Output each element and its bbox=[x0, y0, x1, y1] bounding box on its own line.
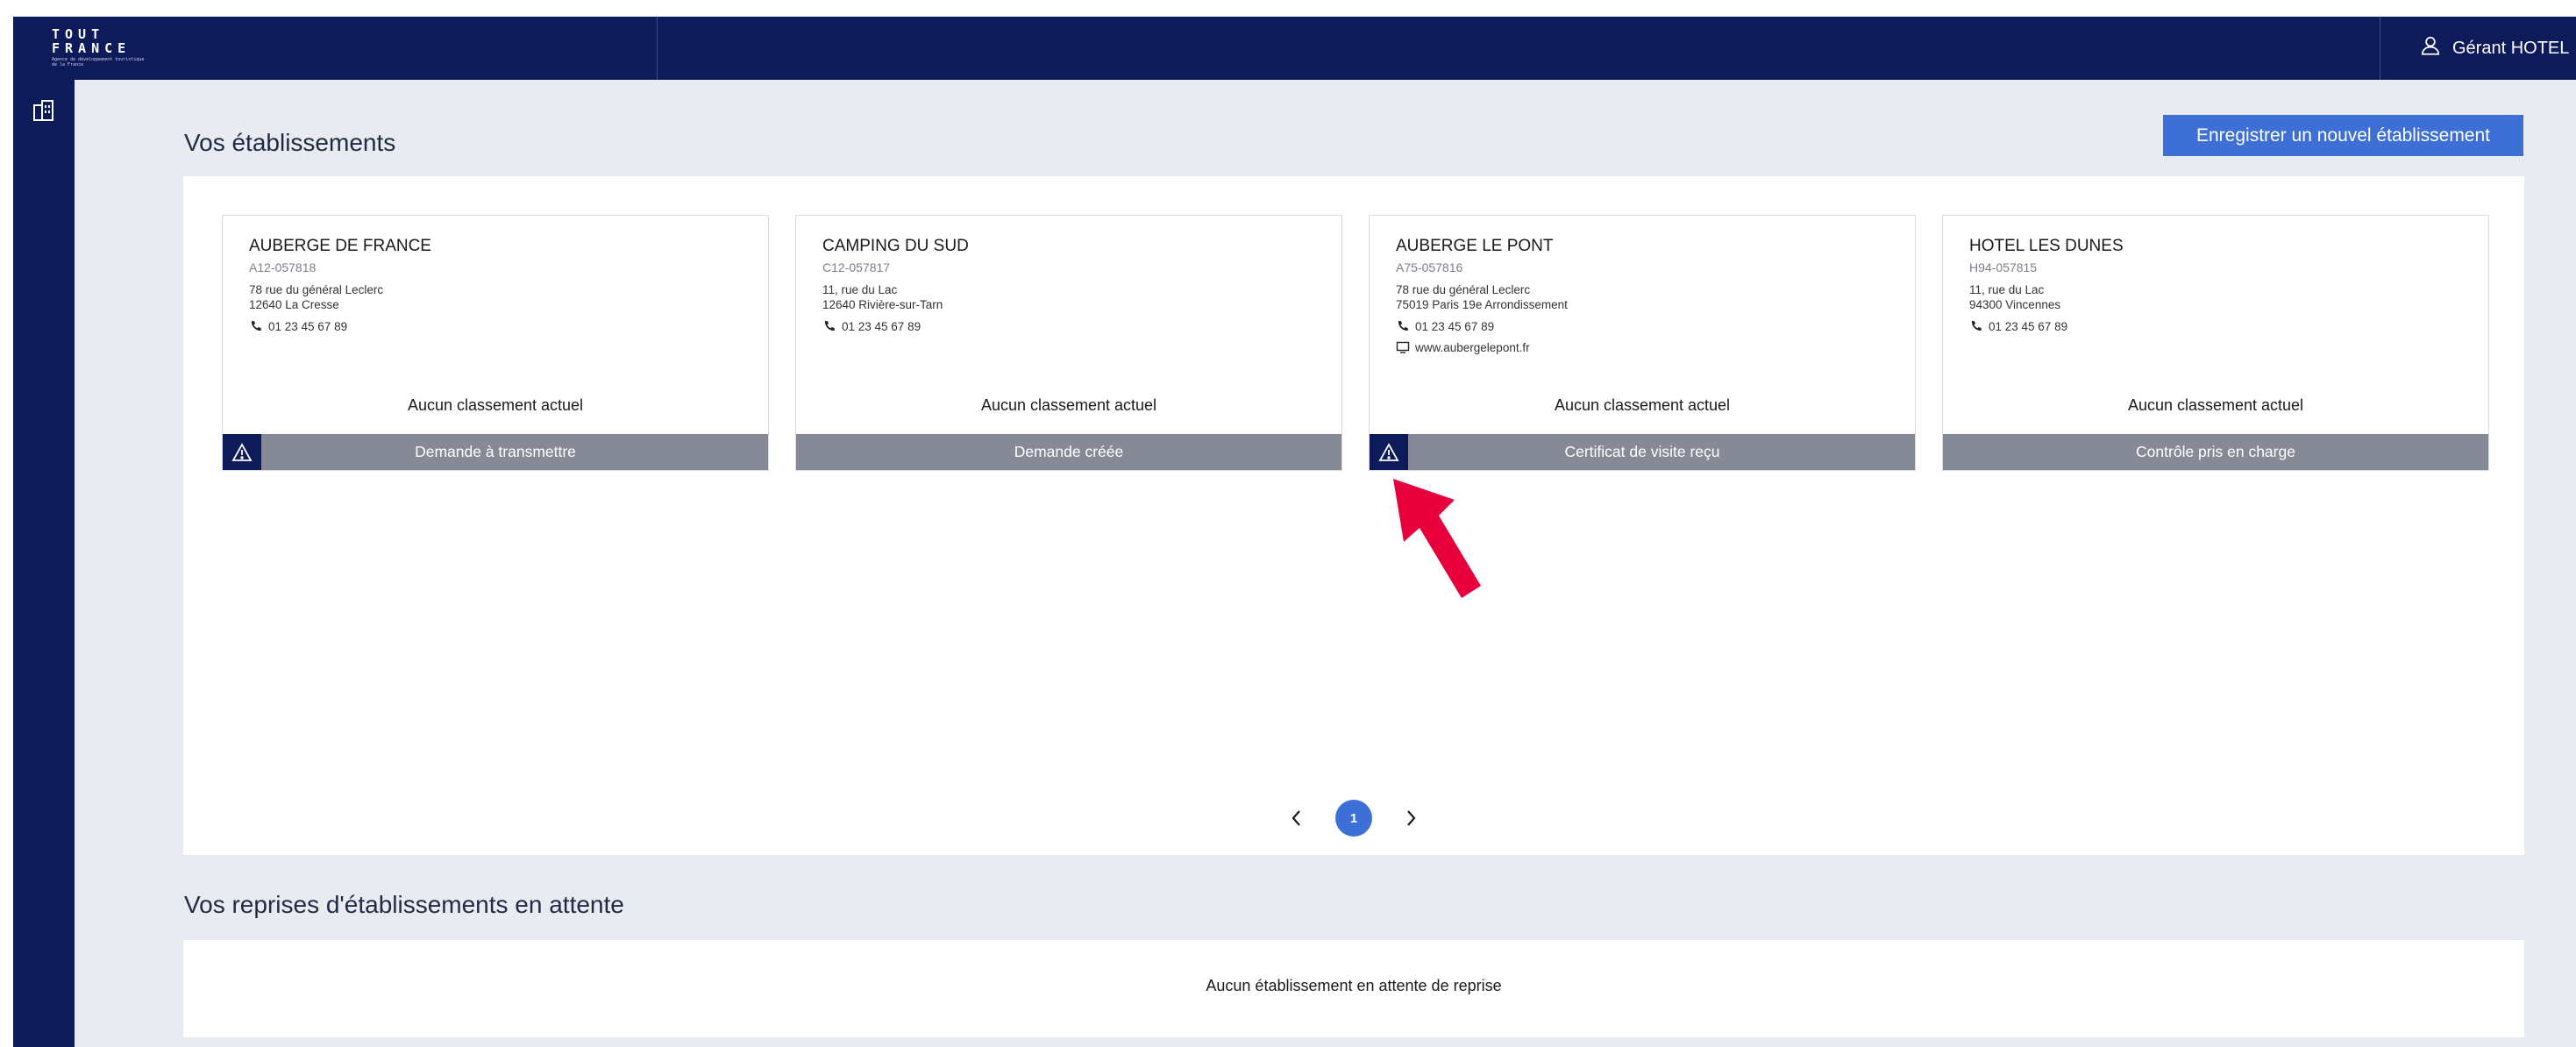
building-icon[interactable] bbox=[31, 97, 57, 124]
establishment-card[interactable]: AUBERGE LE PONT A75-057816 78 rue du gén… bbox=[1369, 215, 1916, 471]
establishment-address: 11, rue du Lac 94300 Vincennes bbox=[1969, 283, 2061, 311]
pagination: 1 bbox=[1284, 799, 1424, 837]
establishment-code: H94-057815 bbox=[1969, 260, 2038, 274]
establishment-code: A75-057816 bbox=[1396, 260, 1463, 274]
establishment-address: 78 rue du général Leclerc 75019 Paris 19… bbox=[1396, 283, 1568, 311]
status-bar[interactable]: Certificat de visite reçu bbox=[1370, 434, 1915, 470]
establishment-card[interactable]: CAMPING DU SUD C12-057817 11, rue du Lac… bbox=[795, 215, 1342, 471]
atout-france-logo[interactable]: TOUT FRANCE Agence de développement tour… bbox=[52, 27, 148, 68]
pending-title: Vos reprises d'établissements en attente bbox=[184, 891, 624, 918]
establishment-card[interactable]: AUBERGE DE FRANCE A12-057818 78 rue du g… bbox=[222, 215, 769, 471]
main-content: Vos établissements Enregistrer un nouvel… bbox=[75, 80, 2576, 1047]
pending-empty-text: Aucun établissement en attente de repris… bbox=[1206, 977, 1502, 994]
top-bar-spacer bbox=[658, 17, 2380, 80]
warning-icon[interactable] bbox=[1370, 434, 1408, 470]
establishment-website[interactable]: www.aubergelepont.fr bbox=[1396, 340, 1530, 354]
ranking-label: Aucun classement actuel bbox=[407, 396, 584, 414]
monitor-icon bbox=[1396, 341, 1410, 353]
phone-icon bbox=[1398, 321, 1408, 331]
phone-icon bbox=[251, 321, 261, 331]
establishment-phone: 01 23 45 67 89 bbox=[1396, 319, 1494, 333]
status-bar[interactable]: Demande à transmettre bbox=[223, 434, 768, 470]
phone-icon bbox=[824, 321, 835, 331]
establishment-code: C12-057817 bbox=[822, 260, 891, 274]
ranking-label: Aucun classement actuel bbox=[2127, 396, 2304, 414]
top-bar: TOUT FRANCE Agence de développement tour… bbox=[13, 17, 2576, 80]
new-establishment-button[interactable]: Enregistrer un nouvel établissement bbox=[2163, 115, 2523, 156]
chevron-right-icon[interactable] bbox=[1398, 805, 1424, 831]
establishment-name: AUBERGE DE FRANCE bbox=[249, 237, 431, 255]
establishment-name: HOTEL LES DUNES bbox=[1969, 237, 2124, 255]
user-name: Gérant HOTEL bbox=[2452, 38, 2570, 58]
establishment-phone: 01 23 45 67 89 bbox=[1969, 319, 2067, 333]
status-bar[interactable]: Contrôle pris en charge bbox=[1943, 434, 2488, 470]
establishment-phone: 01 23 45 67 89 bbox=[249, 319, 347, 333]
establishments-title: Vos établissements bbox=[184, 129, 396, 156]
establishment-address: 78 rue du général Leclerc 12640 La Cress… bbox=[249, 283, 384, 311]
establishments-panel: AUBERGE DE FRANCE A12-057818 78 rue du g… bbox=[183, 176, 2524, 855]
page-number-button[interactable]: 1 bbox=[1335, 800, 1372, 837]
user-menu[interactable]: Gérant HOTEL bbox=[2380, 17, 2576, 80]
pending-panel: Aucun établissement en attente de repris… bbox=[183, 940, 2524, 1037]
establishment-card[interactable]: HOTEL LES DUNES H94-057815 11, rue du La… bbox=[1942, 215, 2489, 471]
logo-area: TOUT FRANCE Agence de développement tour… bbox=[13, 17, 658, 80]
chevron-left-icon[interactable] bbox=[1284, 805, 1310, 831]
ranking-label: Aucun classement actuel bbox=[980, 396, 1157, 414]
establishment-name: CAMPING DU SUD bbox=[822, 237, 969, 255]
status-bar[interactable]: Demande créée bbox=[796, 434, 1341, 470]
ranking-label: Aucun classement actuel bbox=[1554, 396, 1731, 414]
establishment-name: AUBERGE LE PONT bbox=[1396, 237, 1554, 255]
phone-icon bbox=[1971, 321, 1982, 331]
annotation-arrow bbox=[1393, 479, 1481, 598]
establishment-address: 11, rue du Lac 12640 Rivière-sur-Tarn bbox=[822, 283, 943, 311]
user-icon bbox=[2419, 34, 2442, 62]
sidebar bbox=[13, 80, 75, 1047]
establishment-code: A12-057818 bbox=[249, 260, 317, 274]
establishment-phone: 01 23 45 67 89 bbox=[822, 319, 921, 333]
warning-icon[interactable] bbox=[223, 434, 261, 470]
